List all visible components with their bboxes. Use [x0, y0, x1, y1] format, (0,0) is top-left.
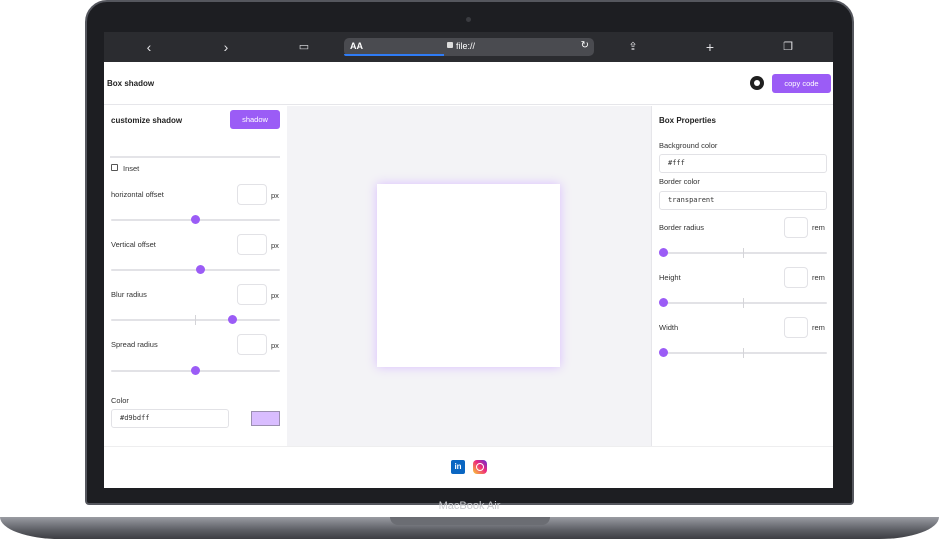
share-icon[interactable]: ⇪: [625, 39, 641, 55]
copy-code-button[interactable]: copy code: [772, 74, 831, 93]
screen: ‹ › ▭ AA file:// ↻ ⇪ + ❐ Box shadow copy…: [104, 32, 833, 488]
lock-icon: [447, 42, 453, 48]
border-radius-label: Border radius: [659, 223, 705, 232]
customize-title: customize shadow: [111, 116, 183, 125]
back-icon[interactable]: ‹: [141, 39, 157, 55]
url-text[interactable]: file://: [456, 41, 475, 51]
laptop-frame: MacBook Air ‹ › ▭ AA file:// ↻ ⇪ + ❐ Box…: [0, 0, 939, 539]
spread-radius-unit: px: [271, 341, 279, 350]
spread-radius-input[interactable]: [237, 334, 267, 355]
laptop-notch: [390, 517, 550, 525]
vertical-offset-input[interactable]: [237, 234, 267, 255]
camera: [466, 17, 471, 22]
width-unit: rem: [812, 323, 825, 332]
width-input[interactable]: [784, 317, 808, 338]
border-color-label: Border color: [659, 177, 700, 186]
footer: in: [104, 446, 833, 488]
inset-checkbox[interactable]: [111, 164, 118, 171]
github-icon[interactable]: [750, 76, 764, 90]
height-unit: rem: [812, 273, 825, 282]
inset-label: Inset: [123, 164, 140, 173]
reload-icon[interactable]: ↻: [581, 40, 589, 51]
spread-radius-slider[interactable]: [111, 366, 280, 375]
shadow-button[interactable]: shadow: [230, 110, 280, 129]
book-icon[interactable]: ▭: [296, 39, 312, 55]
load-progress: [344, 54, 444, 56]
vertical-offset-label: Vertical offset: [111, 240, 156, 249]
blur-radius-label: Blur radius: [111, 290, 147, 299]
border-radius-slider[interactable]: [659, 248, 827, 258]
width-label: Width: [659, 323, 679, 332]
slider-tick: [743, 348, 744, 358]
browser-toolbar: ‹ › ▭ AA file:// ↻ ⇪ + ❐: [104, 32, 833, 62]
preview-box: [377, 184, 560, 367]
slider-thumb[interactable]: [659, 248, 668, 257]
box-properties-panel: Box Properties Background color #fff Bor…: [651, 106, 833, 446]
border-color-input[interactable]: transparent: [659, 191, 827, 210]
height-label: Height: [659, 273, 681, 282]
horizontal-offset-slider[interactable]: [111, 215, 280, 224]
slider-tick: [195, 315, 196, 325]
linkedin-icon[interactable]: in: [451, 460, 465, 474]
divider: [110, 156, 280, 158]
customize-panel: customize shadow shadow Inset horizontal…: [104, 106, 287, 446]
vertical-offset-unit: px: [271, 241, 279, 250]
tabs-icon[interactable]: ❐: [780, 39, 796, 55]
width-slider[interactable]: [659, 348, 827, 358]
plus-icon[interactable]: +: [702, 39, 718, 55]
forward-icon[interactable]: ›: [218, 39, 234, 55]
slider-thumb[interactable]: [191, 215, 200, 224]
preview-area: [287, 106, 651, 446]
background-color-label: Background color: [659, 141, 718, 150]
color-swatch[interactable]: [251, 411, 280, 426]
box-properties-title: Box Properties: [659, 116, 716, 125]
height-input[interactable]: [784, 267, 808, 288]
vertical-offset-slider[interactable]: [111, 265, 280, 274]
blur-radius-input[interactable]: [237, 284, 267, 305]
blur-radius-unit: px: [271, 291, 279, 300]
slider-thumb[interactable]: [659, 348, 668, 357]
slider-tick: [743, 248, 744, 258]
horizontal-offset-unit: px: [271, 191, 279, 200]
horizontal-offset-input[interactable]: [237, 184, 267, 205]
slider-thumb[interactable]: [191, 366, 200, 375]
color-input[interactable]: #d9bdff: [111, 409, 229, 428]
color-label: Color: [111, 396, 129, 405]
slider-thumb[interactable]: [196, 265, 206, 274]
url-bar[interactable]: AA file:// ↻: [344, 38, 594, 56]
background-color-input[interactable]: #fff: [659, 154, 827, 173]
border-radius-unit: rem: [812, 223, 825, 232]
spread-radius-label: Spread radius: [111, 340, 158, 349]
slider-tick: [743, 298, 744, 308]
reader-aa[interactable]: AA: [350, 41, 363, 51]
horizontal-offset-label: horizontal offset: [111, 190, 164, 199]
blur-radius-slider[interactable]: [111, 315, 280, 325]
height-slider[interactable]: [659, 298, 827, 308]
border-radius-input[interactable]: [784, 217, 808, 238]
instagram-icon[interactable]: [473, 460, 487, 474]
page-title: Box shadow: [107, 79, 155, 88]
slider-thumb[interactable]: [659, 298, 668, 307]
device-brand: MacBook Air: [438, 500, 501, 512]
app-header: Box shadow copy code: [104, 62, 833, 105]
slider-thumb[interactable]: [228, 315, 238, 324]
